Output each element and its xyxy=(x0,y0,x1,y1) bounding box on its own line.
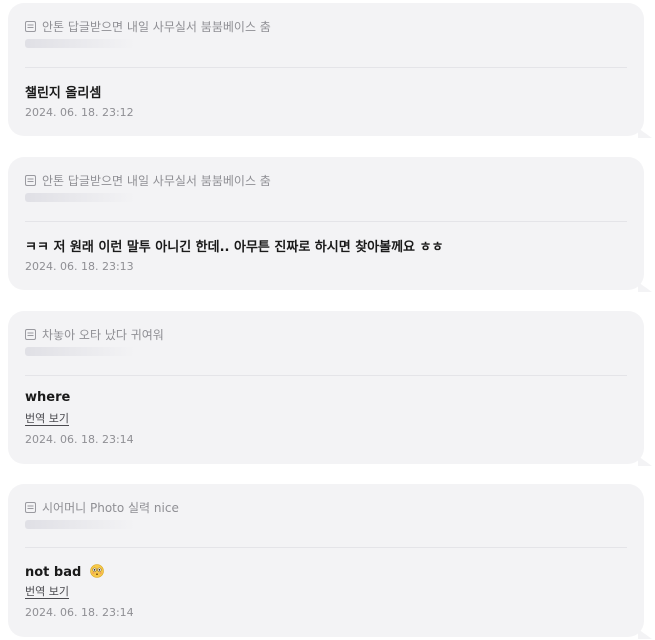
quoted-post[interactable]: 차놓아 오타 났다 귀여워 xyxy=(25,326,164,343)
comment-timestamp: 2024. 06. 18. 23:14 xyxy=(25,433,134,446)
quoted-post-text: 시어머니 Photo 실력 nice xyxy=(42,501,179,515)
quoted-post-preview xyxy=(25,520,135,529)
comment-card[interactable]: 안톤 답글받으면 내일 사무실서 붐붐베이스 춤 챌린지 올리셈 2024. 0… xyxy=(8,3,644,136)
divider xyxy=(25,375,627,376)
flushed-face-emoji-icon xyxy=(90,564,104,578)
translate-link[interactable]: 번역 보기 xyxy=(25,412,69,426)
quoted-post-preview xyxy=(25,39,135,48)
comment-text: 챌린지 올리셈 xyxy=(25,86,102,101)
document-icon xyxy=(25,502,36,513)
comment-timestamp: 2024. 06. 18. 23:13 xyxy=(25,260,134,273)
comment-text-row: not bad xyxy=(25,564,104,580)
document-icon xyxy=(25,21,36,32)
comment-card[interactable]: 시어머니 Photo 실력 nice not bad 번역 보기 2024. 0… xyxy=(8,484,644,637)
comment-feed: 안톤 답글받으면 내일 사무실서 붐붐베이스 춤 챌린지 올리셈 2024. 0… xyxy=(0,0,655,640)
comment-timestamp: 2024. 06. 18. 23:14 xyxy=(25,606,134,619)
quoted-post-text: 안톤 답글받으면 내일 사무실서 붐붐베이스 춤 xyxy=(42,20,271,34)
quoted-post-text: 차놓아 오타 났다 귀여워 xyxy=(42,328,164,342)
quoted-post-preview xyxy=(25,193,135,202)
quoted-post[interactable]: 안톤 답글받으면 내일 사무실서 붐붐베이스 춤 xyxy=(25,18,271,35)
quoted-post[interactable]: 시어머니 Photo 실력 nice xyxy=(25,499,179,516)
comment-text: where xyxy=(25,390,71,405)
document-icon xyxy=(25,175,36,186)
translate-link[interactable]: 번역 보기 xyxy=(25,585,69,599)
quoted-post[interactable]: 안톤 답글받으면 내일 사무실서 붐붐베이스 춤 xyxy=(25,172,271,189)
comment-text: not bad xyxy=(25,565,82,580)
divider xyxy=(25,547,627,548)
comment-card[interactable]: 차놓아 오타 났다 귀여워 where 번역 보기 2024. 06. 18. … xyxy=(8,311,644,464)
document-icon xyxy=(25,329,36,340)
comment-timestamp: 2024. 06. 18. 23:12 xyxy=(25,106,134,119)
comment-text: ㅋㅋ 저 원래 이런 말투 아니긴 한데.. 아무튼 진짜로 하시면 찾아볼께요… xyxy=(25,240,444,255)
divider xyxy=(25,67,627,68)
comment-card[interactable]: 안톤 답글받으면 내일 사무실서 붐붐베이스 춤 ㅋㅋ 저 원래 이런 말투 아… xyxy=(8,157,644,290)
quoted-post-preview xyxy=(25,347,135,356)
quoted-post-text: 안톤 답글받으면 내일 사무실서 붐붐베이스 춤 xyxy=(42,174,271,188)
divider xyxy=(25,221,627,222)
